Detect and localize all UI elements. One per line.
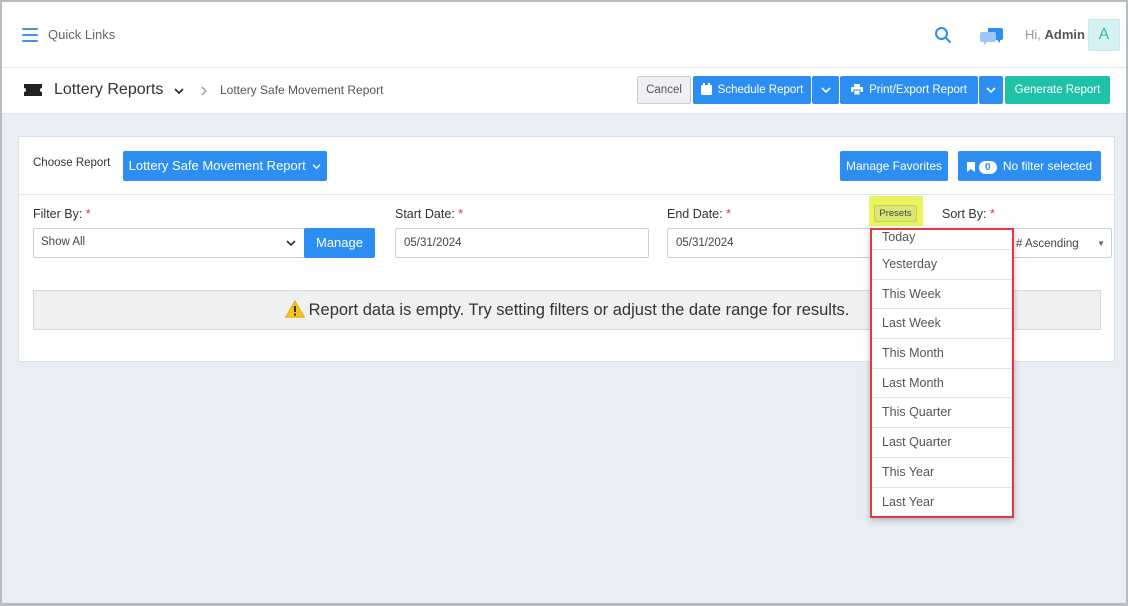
chevron-down-icon[interactable] [172, 84, 186, 98]
user-greeting: Hi, Admin [1025, 27, 1085, 42]
preset-option-today[interactable]: Today [872, 230, 1012, 250]
print-export-dropdown[interactable] [979, 76, 1003, 104]
chevron-down-icon [986, 87, 996, 94]
preset-option-this-year[interactable]: This Year [872, 458, 1012, 488]
choose-report-label: Choose Report [33, 157, 111, 169]
selected-report: Lottery Safe Movement Report [128, 158, 306, 173]
search-icon[interactable] [934, 26, 952, 44]
sort-by-select[interactable]: # Ascending ▼ [1012, 228, 1112, 258]
preset-option-this-month[interactable]: This Month [872, 339, 1012, 369]
printer-icon [851, 84, 864, 95]
sort-by-label: Sort By: * [942, 207, 995, 221]
bookmark-icon [966, 161, 975, 172]
top-bar: Quick Links Hi, Admin A [2, 2, 1126, 68]
end-date-label: End Date: * [667, 207, 731, 221]
preset-option-this-week[interactable]: This Week [872, 280, 1012, 310]
ticket-icon [24, 84, 42, 96]
preset-option-last-quarter[interactable]: Last Quarter [872, 428, 1012, 458]
menu-icon[interactable] [22, 28, 38, 42]
required-mark: * [85, 207, 91, 221]
chevron-down-icon [312, 164, 321, 170]
warning-icon [284, 300, 305, 318]
required-mark: * [458, 207, 464, 221]
start-date-input[interactable]: 05/31/2024 [395, 228, 649, 258]
breadcrumb: Lottery Safe Movement Report [220, 83, 384, 97]
print-export-button[interactable]: Print/Export Report [840, 76, 978, 104]
calendar-icon [700, 83, 712, 95]
preset-option-last-year[interactable]: Last Year [872, 488, 1012, 517]
user-name: Admin [1044, 27, 1085, 42]
manage-button[interactable]: Manage [304, 228, 375, 258]
preset-option-last-week[interactable]: Last Week [872, 309, 1012, 340]
avatar[interactable]: A [1088, 19, 1120, 51]
presets-button[interactable]: Presets [874, 205, 917, 222]
app-window: Quick Links Hi, Admin A Lottery Reports … [0, 0, 1128, 606]
preset-option-last-month[interactable]: Last Month [872, 369, 1012, 399]
end-date-input[interactable]: 05/31/2024 [667, 228, 873, 258]
required-mark: * [989, 207, 995, 221]
empty-message-text: Report data is empty. Try setting filter… [308, 301, 850, 319]
chevron-down-icon [286, 240, 296, 247]
start-date-text: Start Date: [395, 207, 455, 221]
page-title[interactable]: Lottery Reports [54, 81, 163, 99]
required-mark: * [726, 207, 731, 221]
caret-down-icon: ▼ [1097, 239, 1105, 248]
filter-by-value: Show All [41, 236, 86, 248]
print-export-label: Print/Export Report [869, 84, 967, 96]
sort-by-text: Sort By: [942, 207, 987, 221]
filter-by-text: Filter By: [33, 207, 83, 221]
filter-count-badge: 0 [978, 161, 997, 174]
chat-icon[interactable] [980, 26, 1004, 46]
cancel-button[interactable]: Cancel [637, 76, 691, 104]
greeting-prefix: Hi, [1025, 27, 1041, 42]
schedule-report-button[interactable]: Schedule Report [693, 76, 811, 104]
quick-links-link[interactable]: Quick Links [48, 27, 115, 42]
filter-by-select[interactable]: Show All [33, 228, 305, 258]
sort-by-value: # Ascending [1016, 238, 1079, 250]
preset-option-yesterday[interactable]: Yesterday [872, 250, 1012, 280]
filter-by-label: Filter By: * [33, 207, 91, 221]
schedule-report-dropdown[interactable] [812, 76, 839, 104]
chevron-right-icon [201, 86, 207, 96]
report-header: Lottery Reports Lottery Safe Movement Re… [2, 68, 1126, 114]
choose-report-dropdown[interactable]: Lottery Safe Movement Report [123, 151, 327, 181]
preset-option-this-quarter[interactable]: This Quarter [872, 398, 1012, 429]
chevron-down-icon [820, 87, 831, 94]
manage-favorites-button[interactable]: Manage Favorites [840, 151, 948, 181]
generate-report-button[interactable]: Generate Report [1005, 76, 1110, 104]
schedule-report-label: Schedule Report [717, 84, 804, 96]
end-date-text: End Date: [667, 207, 723, 221]
filter-status-button[interactable]: 0 No filter selected [958, 151, 1101, 181]
divider [19, 194, 1114, 195]
start-date-label: Start Date: * [395, 207, 463, 221]
filter-status-text: No filter selected [1002, 159, 1093, 173]
presets-dropdown-menu: Today Yesterday This Week Last Week This… [870, 228, 1014, 518]
